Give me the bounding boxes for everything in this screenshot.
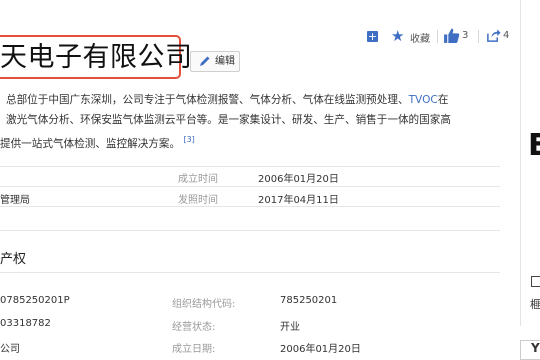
property-value: 03318782 <box>0 318 51 329</box>
divider <box>0 272 500 273</box>
summary-line: 提供一站式气体检测、监控解决方案。 [3] <box>0 130 195 154</box>
edit-button[interactable]: 编辑 <box>190 51 240 72</box>
side-panel-footer: Y <box>531 341 540 355</box>
divider <box>0 206 500 207</box>
info-key: 发照时间 <box>178 195 218 206</box>
summary-line: 激光气体分析、环保安监气体监测云平台等。是一家集设计、研发、生产、销售于一体的国… <box>6 114 451 126</box>
summary-text: 总部位于中国广东深圳，公司专注于气体检测报警、气体分析、气体在线监测预处理、 <box>6 94 409 106</box>
summary-line: 总部位于中国广东深圳，公司专注于气体检测报警、气体分析、气体在线监测预处理、TV… <box>6 90 448 110</box>
info-value: 2017年04月11日 <box>258 195 339 206</box>
property-key: 组织结构代码: <box>172 299 236 310</box>
info-value: 管理局 <box>0 195 30 206</box>
star-icon[interactable]: ★ <box>391 27 404 45</box>
divider <box>478 30 479 43</box>
section-title: 产权 <box>0 252 27 267</box>
bracket-icon <box>531 276 540 287</box>
edit-label: 编辑 <box>215 56 235 67</box>
divider <box>437 30 438 43</box>
divider <box>0 166 500 167</box>
property-value: 开业 <box>280 322 300 333</box>
pencil-icon <box>200 56 210 66</box>
info-value: 2006年01月20日 <box>258 174 339 185</box>
property-value: 2006年01月20日 <box>280 344 361 355</box>
page-title: 天电子有限公司 <box>0 42 193 73</box>
info-key: 成立时间 <box>178 174 218 185</box>
tvoc-link[interactable]: TVOC <box>409 94 438 106</box>
property-key: 成立日期: <box>172 344 216 355</box>
share-icon[interactable] <box>486 28 501 43</box>
like-count: 3 <box>462 30 469 41</box>
property-value: 公司 <box>0 344 20 355</box>
side-panel-logo: E <box>528 128 540 163</box>
divider <box>0 230 500 231</box>
summary-text: 在 <box>437 94 449 106</box>
property-value: 0785250201P <box>0 295 70 306</box>
divider <box>0 186 500 187</box>
summary-text: 提供一站式气体检测、监控解决方案。 <box>0 138 181 150</box>
share-count: 4 <box>503 30 510 41</box>
add-button[interactable]: + <box>367 31 378 42</box>
thumbs-up-icon[interactable] <box>443 27 460 44</box>
side-panel-label[interactable]: 榧 <box>530 296 540 312</box>
property-key: 经营状态: <box>172 322 216 333</box>
reference-link[interactable]: [3] <box>183 135 194 144</box>
favorite-label[interactable]: 收藏 <box>410 30 430 45</box>
property-value: 785250201 <box>280 295 338 306</box>
